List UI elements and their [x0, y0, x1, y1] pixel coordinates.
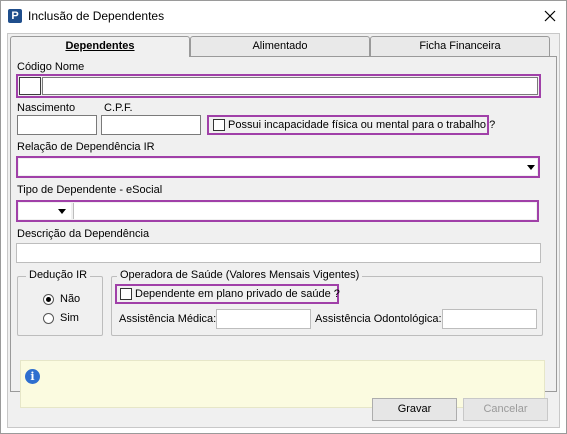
chevron-down-icon [58, 209, 66, 214]
dialog-window: P Inclusão de Dependentes Dependentes Al… [0, 0, 567, 434]
operadora-title: Operadora de Saúde (Valores Mensais Vige… [117, 269, 363, 281]
medica-input[interactable] [216, 309, 311, 329]
tipo-code-select[interactable] [19, 203, 71, 219]
nascimento-input[interactable] [17, 115, 97, 135]
odonto-label: Assistência Odontológica: [315, 313, 442, 325]
plano-checkbox[interactable] [120, 288, 132, 300]
tab-label: Dependentes [65, 40, 135, 52]
incapacidade-label: Possui incapacidade física ou mental par… [228, 119, 496, 131]
medica-label: Assistência Médica: [119, 313, 217, 325]
info-icon: i [25, 369, 40, 384]
incapacidade-checkbox[interactable] [213, 119, 225, 131]
window-title: Inclusão de Dependentes [28, 9, 165, 23]
tab-panel-dependentes: Código Nome Nascimento C.P.F. Possui inc… [10, 56, 557, 408]
tab-ficha-financeira[interactable]: Ficha Financeira [370, 36, 550, 56]
cpf-label: C.P.F. [104, 102, 133, 114]
deducao-group [17, 276, 103, 336]
tipo-label: Tipo de Dependente - eSocial [17, 184, 163, 196]
tab-dependentes[interactable]: Dependentes [10, 36, 190, 57]
tab-label: Alimentado [252, 40, 308, 52]
nascimento-label: Nascimento [17, 102, 76, 114]
descricao-input[interactable] [16, 243, 541, 263]
title-bar: P Inclusão de Dependentes [1, 1, 566, 33]
nome-input[interactable] [42, 77, 538, 95]
codigo-input[interactable] [19, 77, 41, 95]
dialog-body: Dependentes Alimentado Ficha Financeira … [7, 33, 560, 428]
deducao-sim-label: Sim [60, 312, 79, 324]
cancel-button[interactable]: Cancelar [463, 398, 548, 421]
chevron-down-icon [527, 165, 535, 170]
relacao-label: Relação de Dependência IR [17, 141, 155, 153]
plano-label: Dependente em plano privado de saúde ? [135, 288, 340, 300]
tipo-desc-field[interactable] [73, 203, 536, 219]
close-button[interactable] [539, 5, 561, 27]
close-icon [544, 10, 556, 22]
deducao-nao-radio[interactable] [43, 294, 54, 305]
descricao-label: Descrição da Dependência [17, 228, 150, 240]
app-logo-icon: P [8, 9, 22, 23]
relacao-select[interactable] [19, 159, 537, 175]
save-button[interactable]: Gravar [372, 398, 457, 421]
deducao-title: Dedução IR [26, 269, 91, 281]
tab-alimentado[interactable]: Alimentado [190, 36, 370, 56]
deducao-nao-label: Não [60, 293, 81, 305]
tab-label: Ficha Financeira [419, 40, 501, 52]
odonto-input[interactable] [442, 309, 537, 329]
codigo-nome-label: Código Nome [17, 61, 85, 73]
cpf-input[interactable] [101, 115, 201, 135]
deducao-sim-radio[interactable] [43, 313, 54, 324]
